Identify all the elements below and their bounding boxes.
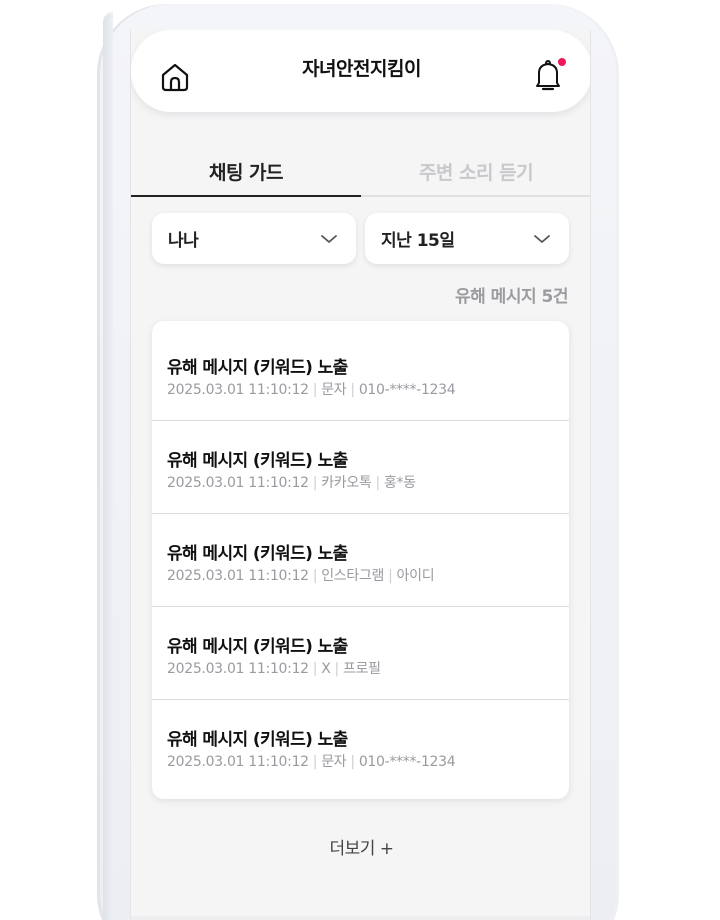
period-select-value: 지난 15일 — [381, 231, 455, 251]
chevron-down-icon — [533, 229, 551, 248]
tab-bar: 채팅 가드 주변 소리 듣기 — [131, 148, 590, 197]
list-item[interactable]: 유해 메시지 (키워드) 노출 2025.03.01 11:10:12 | 인스타그… — [152, 514, 569, 607]
message-source: 문자 — [321, 754, 347, 770]
home-icon[interactable] — [159, 61, 191, 93]
message-datetime: 2025.03.01 11:10:12 — [167, 475, 309, 491]
list-item[interactable]: 유해 메시지 (키워드) 노출 2025.03.01 11:10:12 | 문자 | 0… — [152, 700, 569, 799]
message-source: 인스타그램 — [321, 568, 385, 584]
message-source: 카카오톡 — [321, 475, 372, 491]
notification-badge-dot — [558, 58, 566, 66]
message-title: 유해 메시지 (키워드) 노출 — [167, 451, 348, 471]
message-meta: 2025.03.01 11:10:12 | 문자 | 010-****-1234 — [167, 754, 456, 770]
member-select-value: 나나 — [168, 231, 199, 251]
message-target: 프로필 — [342, 661, 381, 677]
message-datetime: 2025.03.01 11:10:12 — [167, 754, 309, 770]
member-select[interactable]: 나나 — [152, 213, 356, 264]
harmful-message-count: 유해 메시지 5건 — [454, 287, 569, 307]
message-meta: 2025.03.01 11:10:12 | 인스타그램 | 아이디 — [167, 568, 435, 584]
message-source: 문자 — [321, 382, 347, 398]
message-title: 유해 메시지 (키워드) 노출 — [167, 730, 348, 750]
tab-ambient-sound[interactable]: 주변 소리 듣기 — [361, 148, 590, 195]
list-item[interactable]: 유해 메시지 (키워드) 노출 2025.03.01 11:10:12 | 문자 | 0… — [152, 321, 569, 421]
message-target: 홍*동 — [383, 475, 416, 491]
message-title: 유해 메시지 (키워드) 노출 — [167, 637, 348, 657]
period-select[interactable]: 지난 15일 — [365, 213, 569, 264]
message-meta: 2025.03.01 11:10:12 | X | 프로필 — [167, 661, 381, 677]
screen-bottom-edge — [131, 916, 590, 920]
message-title: 유해 메시지 (키워드) 노출 — [167, 358, 348, 378]
message-datetime: 2025.03.01 11:10:12 — [167, 382, 309, 398]
tab-chat-guard[interactable]: 채팅 가드 — [131, 148, 361, 197]
app-screen: 자녀안전지킴이 채팅 가드 주변 소리 듣기 나나 지난 15일 유해 메시지 … — [130, 30, 591, 920]
message-meta: 2025.03.01 11:10:12 | 문자 | 010-****-1234 — [167, 382, 456, 398]
message-source: X — [321, 661, 331, 677]
message-target: 010-****-1234 — [358, 382, 456, 398]
message-datetime: 2025.03.01 11:10:12 — [167, 661, 309, 677]
app-header: 자녀안전지킴이 — [131, 30, 590, 112]
app-title: 자녀안전지킴이 — [302, 57, 421, 80]
message-title: 유해 메시지 (키워드) 노출 — [167, 544, 348, 564]
list-item[interactable]: 유해 메시지 (키워드) 노출 2025.03.01 11:10:12 | X | 프로… — [152, 607, 569, 700]
list-item[interactable]: 유해 메시지 (키워드) 노출 2025.03.01 11:10:12 | 카카오톡… — [152, 421, 569, 514]
message-meta: 2025.03.01 11:10:12 | 카카오톡 | 홍*동 — [167, 475, 416, 491]
chevron-down-icon — [320, 229, 338, 248]
load-more-button[interactable]: 더보기 + — [131, 834, 590, 859]
message-list: 유해 메시지 (키워드) 노출 2025.03.01 11:10:12 | 문자 | 0… — [152, 321, 569, 799]
message-datetime: 2025.03.01 11:10:12 — [167, 568, 309, 584]
message-target: 010-****-1234 — [358, 754, 456, 770]
message-target: 아이디 — [396, 568, 435, 584]
